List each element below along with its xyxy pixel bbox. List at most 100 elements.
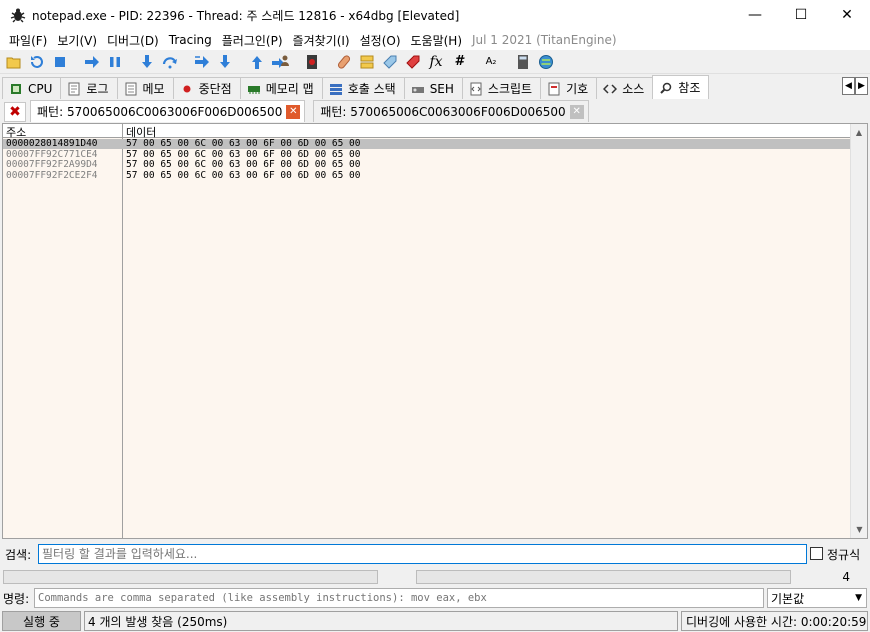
main-tab-bar: CPU 로그 메모 중단점 메모리 맵 호출 스택 SEH 스크립트 기호 소스… (0, 75, 870, 99)
calculator-icon[interactable] (513, 52, 533, 72)
symbols-icon (547, 82, 561, 96)
minimize-button[interactable]: — (732, 0, 778, 30)
maximize-button[interactable]: ☐ (778, 0, 824, 30)
command-row: 명령: 기본값 ▼ (0, 587, 870, 609)
patch-icon[interactable] (334, 52, 354, 72)
table-row[interactable]: 00007FF92C771CE4 57 00 65 00 6C 00 63 00… (3, 148, 851, 160)
toolbar-separator (472, 52, 478, 72)
tab-scroll-left-icon[interactable]: ◀ (842, 77, 855, 95)
progress-bar-total (3, 570, 378, 584)
menu-options[interactable]: 설정(O) (355, 32, 406, 49)
search-row: 검색: 정규식 (0, 543, 870, 565)
row-data: 57 00 65 00 6C 00 63 00 6F 00 6D 00 65 0… (126, 169, 361, 181)
pause-icon[interactable] (105, 52, 125, 72)
script-icon (469, 82, 483, 96)
row-address: 00007FF92C771CE4 (6, 148, 98, 160)
toolbar: fx # A₂ (0, 50, 870, 74)
tab-cpu[interactable]: CPU (2, 77, 62, 99)
chevron-down-icon: ▼ (855, 593, 862, 603)
search-label: 검색: (5, 548, 32, 562)
source-icon (603, 82, 618, 96)
globe-icon[interactable] (536, 52, 556, 72)
menu-bar: 파일(F) 보기(V) 디버그(D) Tracing 플러그인(P) 즐겨찾기(… (0, 30, 870, 50)
regex-label: 정규식 (827, 548, 861, 562)
vertical-scrollbar[interactable]: ▲ ▼ (850, 124, 867, 538)
tab-call-stack[interactable]: 호출 스택 (321, 77, 405, 99)
functions-icon[interactable]: fx (426, 52, 446, 72)
scylla-icon[interactable] (302, 52, 322, 72)
log-icon (67, 82, 81, 96)
row-data: 57 00 65 00 6C 00 63 00 6F 00 6D 00 65 0… (126, 159, 361, 170)
menu-file[interactable]: 파일(F) (4, 32, 52, 49)
menu-plugins[interactable]: 플러그인(P) (217, 32, 288, 49)
toolbar-separator (128, 52, 134, 72)
command-input[interactable] (34, 588, 764, 608)
execute-till-return-icon[interactable] (247, 52, 267, 72)
call-stack-icon (329, 82, 343, 96)
menu-debug[interactable]: 디버그(D) (102, 32, 164, 49)
menu-help[interactable]: 도움말(H) (406, 32, 468, 49)
close-window-button[interactable]: ✕ (824, 0, 870, 30)
menu-tracing[interactable]: Tracing (164, 33, 217, 47)
bookmarks-icon[interactable] (403, 52, 423, 72)
hash-icon[interactable]: # (449, 52, 469, 72)
trace-over-icon[interactable] (215, 52, 235, 72)
column-divider (122, 124, 123, 538)
table-header: 주소 데이터 (3, 124, 851, 139)
maximize-icon: ☐ (794, 7, 808, 23)
tab-memory-map[interactable]: 메모리 맵 (239, 77, 323, 99)
close-tab-icon[interactable]: ✕ (286, 104, 301, 119)
table-row[interactable]: 00007FF92F2CE2F4 57 00 65 00 6C 00 63 00… (3, 169, 851, 181)
scroll-down-icon[interactable]: ▼ (851, 521, 867, 538)
run-icon[interactable] (82, 52, 102, 72)
tab-scroll-right-icon[interactable]: ▶ (855, 77, 868, 95)
row-data: 57 00 65 00 6C 00 63 00 6F 00 6D 00 65 0… (126, 148, 361, 160)
tab-symbols[interactable]: 기호 (540, 77, 598, 99)
table-row[interactable]: 0000028014891D40 57 00 65 00 6C 00 63 00… (3, 139, 851, 149)
table-row[interactable]: 00007FF92F2A99D4 57 00 65 00 6C 00 63 00… (3, 160, 851, 170)
menu-view[interactable]: 보기(V) (52, 32, 102, 49)
toolbar-separator (504, 52, 510, 72)
command-mode-select[interactable]: 기본값 ▼ (767, 588, 867, 608)
close-tab-icon[interactable]: ✕ (569, 104, 584, 119)
memory-map-icon (247, 82, 261, 96)
step-over-icon[interactable] (160, 52, 180, 72)
subtab-pattern-2[interactable]: 패턴: 570065006C0063006F006D006500 ✕ (313, 100, 589, 122)
tab-seh[interactable]: SEH (403, 77, 463, 99)
references-icon (659, 81, 673, 95)
comments-icon[interactable] (357, 52, 377, 72)
subtab-pattern-1[interactable]: 패턴: 570065006C0063006F006D006500 ✕ (30, 100, 306, 122)
scroll-up-icon[interactable]: ▲ (851, 124, 867, 141)
row-address: 00007FF92F2CE2F4 (6, 169, 98, 181)
stop-icon[interactable] (50, 52, 70, 72)
progress-bar-current (416, 570, 791, 584)
tab-source[interactable]: 소스 (596, 77, 654, 99)
row-data: 57 00 65 00 6C 00 63 00 6F 00 6D 00 65 0… (126, 138, 361, 149)
restart-icon[interactable] (27, 52, 47, 72)
seh-icon (411, 82, 425, 96)
tab-script[interactable]: 스크립트 (461, 77, 542, 99)
tab-references[interactable]: 참조 (652, 75, 710, 99)
status-bar: 실행 중 4 개의 발생 찾음 (250ms) 디버깅에 사용한 시간: 0:0… (0, 610, 870, 632)
version-label: Jul 1 2021 (TitanEngine) (472, 33, 617, 47)
debug-state-badge: 실행 중 (2, 611, 81, 631)
result-count: 4 (842, 570, 850, 584)
menu-favourites[interactable]: 즐겨찾기(I) (288, 32, 355, 49)
font-icon[interactable]: A₂ (481, 52, 501, 72)
trace-into-icon[interactable] (192, 52, 212, 72)
regex-checkbox[interactable] (810, 547, 823, 560)
tab-log[interactable]: 로그 (60, 77, 118, 99)
open-icon[interactable] (4, 52, 24, 72)
references-table[interactable]: 주소 데이터 0000028014891D40 57 00 65 00 6C 0… (2, 123, 868, 539)
run-to-user-code-icon[interactable] (270, 52, 290, 72)
cpu-icon (9, 82, 23, 96)
step-into-icon[interactable] (137, 52, 157, 72)
tab-notes[interactable]: 메모 (116, 77, 174, 99)
row-address: 0000028014891D40 (6, 138, 98, 149)
labels-icon[interactable] (380, 52, 400, 72)
tab-breakpoints[interactable]: 중단점 (172, 77, 241, 99)
close-all-tabs-icon[interactable]: ✖ (4, 102, 26, 122)
search-input[interactable] (38, 544, 807, 564)
toolbar-separator (183, 52, 189, 72)
breakpoint-icon (180, 82, 194, 96)
